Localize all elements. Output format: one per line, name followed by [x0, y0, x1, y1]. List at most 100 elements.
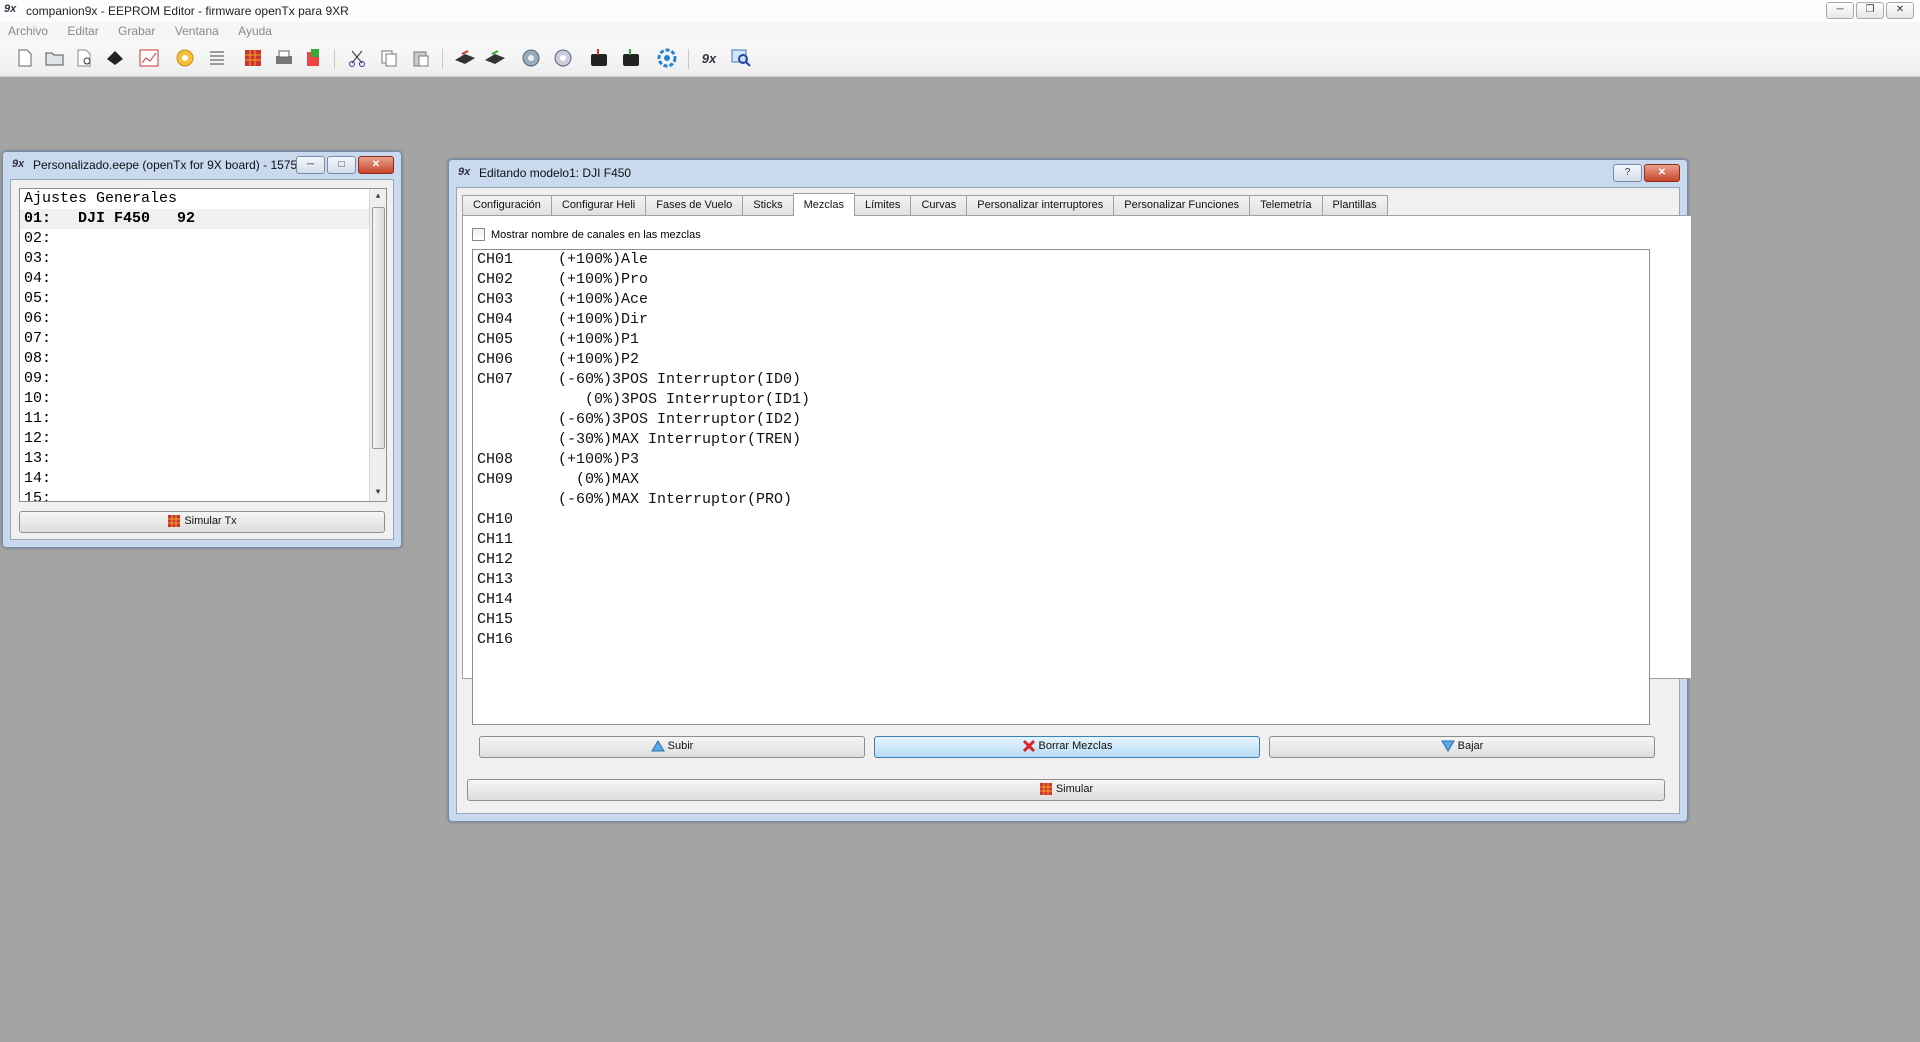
- read-flash-icon[interactable]: [484, 47, 506, 69]
- read-eeprom-icon[interactable]: [552, 47, 574, 69]
- mixes-list[interactable]: CH01 (+100%)Ale CH02 (+100%)Pro CH03 (+1…: [472, 249, 1650, 725]
- scroll-down-icon[interactable]: ▼: [370, 485, 386, 501]
- mix-row[interactable]: (-30%)MAX Interruptor(TREN): [473, 430, 1649, 450]
- mix-row[interactable]: CH05 (+100%)P1: [473, 330, 1649, 350]
- about-icon[interactable]: 9x: [698, 47, 720, 69]
- mix-row[interactable]: CH07 (-60%)3POS Interruptor(ID0): [473, 370, 1649, 390]
- model-window-title: Editando modelo1: DJI F450: [479, 166, 632, 180]
- backup-icon[interactable]: [620, 47, 642, 69]
- move-up-button[interactable]: Subir: [479, 736, 865, 758]
- list-item[interactable]: 09:: [20, 369, 386, 389]
- new-file-icon[interactable]: [14, 47, 36, 69]
- restore-icon[interactable]: ❐: [1856, 2, 1884, 19]
- model-list[interactable]: Ajustes Generales 01: DJI F450 92 02: 03…: [19, 188, 387, 502]
- minimize-icon[interactable]: ─: [296, 156, 325, 174]
- paste-special-icon[interactable]: [303, 47, 325, 69]
- settings-icon[interactable]: [656, 47, 678, 69]
- mix-row[interactable]: CH02 (+100%)Pro: [473, 270, 1649, 290]
- list-item[interactable]: 13:: [20, 449, 386, 469]
- scroll-thumb[interactable]: [372, 207, 385, 449]
- menu-grabar[interactable]: Grabar: [118, 24, 155, 38]
- simulate-icon: [1039, 783, 1052, 796]
- tab-fases-de-vuelo[interactable]: Fases de Vuelo: [645, 195, 744, 215]
- mix-row[interactable]: (-60%)MAX Interruptor(PRO): [473, 490, 1649, 510]
- print-icon[interactable]: [273, 47, 295, 69]
- move-down-button[interactable]: Bajar: [1269, 736, 1655, 758]
- simulate-icon[interactable]: [242, 47, 264, 69]
- mix-row[interactable]: CH11: [473, 530, 1649, 550]
- tab-telemetria[interactable]: Telemetría: [1249, 195, 1323, 215]
- arrow-down-icon: [1440, 740, 1455, 753]
- checkbox-box[interactable]: [472, 228, 485, 241]
- list-item[interactable]: 15:: [20, 489, 386, 501]
- mix-row[interactable]: (-60%)3POS Interruptor(ID2): [473, 410, 1649, 430]
- tab-mezclas[interactable]: Mezclas: [792, 193, 855, 216]
- cut-icon[interactable]: [346, 47, 368, 69]
- list-icon[interactable]: [206, 47, 228, 69]
- list-item[interactable]: 10:: [20, 389, 386, 409]
- save-icon[interactable]: [104, 47, 126, 69]
- list-item[interactable]: 04:: [20, 269, 386, 289]
- list-item[interactable]: 05:: [20, 289, 386, 309]
- simulate-tx-button[interactable]: Simular Tx: [19, 511, 385, 533]
- mix-row[interactable]: CH09 (0%)MAX: [473, 470, 1649, 490]
- mix-row[interactable]: CH10: [473, 510, 1649, 530]
- copy-icon[interactable]: [378, 47, 400, 69]
- close-icon[interactable]: ✕: [1644, 164, 1680, 182]
- mix-row[interactable]: CH04 (+100%)Dir: [473, 310, 1649, 330]
- tab-sticks[interactable]: Sticks: [742, 195, 794, 215]
- tab-configurar-heli[interactable]: Configurar Heli: [550, 195, 647, 215]
- list-item[interactable]: 14:: [20, 469, 386, 489]
- tab-personalizar-interruptores[interactable]: Personalizar interruptores: [966, 195, 1115, 215]
- maximize-icon[interactable]: □: [327, 156, 356, 174]
- list-item[interactable]: 08:: [20, 349, 386, 369]
- scroll-up-icon[interactable]: ▲: [370, 189, 386, 205]
- search-icon[interactable]: [730, 47, 752, 69]
- help-button[interactable]: ?: [1613, 164, 1642, 182]
- close-icon[interactable]: ✕: [1886, 2, 1914, 19]
- radio-icon[interactable]: [588, 47, 610, 69]
- list-item[interactable]: 06:: [20, 309, 386, 329]
- list-item[interactable]: 01: DJI F450 92: [20, 209, 386, 229]
- menu-archivo[interactable]: Archivo: [8, 24, 48, 38]
- mix-row[interactable]: CH13: [473, 570, 1649, 590]
- menu-ventana[interactable]: Ventana: [175, 24, 219, 38]
- mix-row[interactable]: CH01 (+100%)Ale: [473, 250, 1649, 270]
- list-item[interactable]: 02:: [20, 229, 386, 249]
- close-icon[interactable]: ✕: [358, 156, 394, 174]
- app-titlebar: 9x companion9x - EEPROM Editor - firmwar…: [0, 0, 1920, 23]
- list-item[interactable]: 03:: [20, 249, 386, 269]
- tab-configuracion[interactable]: Configuración: [462, 195, 552, 215]
- write-flash-icon[interactable]: [454, 47, 476, 69]
- mix-row[interactable]: (0%)3POS Interruptor(ID1): [473, 390, 1649, 410]
- minimize-icon[interactable]: ─: [1826, 2, 1854, 19]
- preview-icon[interactable]: [74, 47, 96, 69]
- tab-plantillas[interactable]: Plantillas: [1321, 195, 1388, 215]
- open-folder-icon[interactable]: [44, 47, 66, 69]
- delete-mixes-button[interactable]: Borrar Mezclas: [874, 736, 1260, 758]
- list-scrollbar[interactable]: ▲ ▼: [369, 189, 386, 501]
- tab-personalizar-funciones[interactable]: Personalizar Funciones: [1113, 195, 1251, 215]
- paste-icon[interactable]: [410, 47, 432, 69]
- mix-row[interactable]: CH16: [473, 630, 1649, 650]
- menu-editar[interactable]: Editar: [67, 24, 98, 38]
- mix-row[interactable]: CH12: [473, 550, 1649, 570]
- tab-limites[interactable]: Límites: [853, 195, 912, 215]
- arrow-up-icon: [650, 740, 665, 752]
- mix-row[interactable]: CH03 (+100%)Ace: [473, 290, 1649, 310]
- show-channel-names-checkbox[interactable]: Mostrar nombre de canales en las mezclas: [472, 228, 701, 241]
- list-item[interactable]: 07:: [20, 329, 386, 349]
- log-icon[interactable]: [138, 47, 160, 69]
- menu-ayuda[interactable]: Ayuda: [238, 24, 272, 38]
- simulate-button[interactable]: Simular: [467, 779, 1665, 801]
- list-item[interactable]: Ajustes Generales: [20, 189, 386, 209]
- mix-row[interactable]: CH14: [473, 590, 1649, 610]
- tab-curvas[interactable]: Curvas: [910, 195, 968, 215]
- list-item[interactable]: 12:: [20, 429, 386, 449]
- mix-row[interactable]: CH06 (+100%)P2: [473, 350, 1649, 370]
- mix-row[interactable]: CH08 (+100%)P3: [473, 450, 1649, 470]
- burn-icon[interactable]: [174, 47, 196, 69]
- write-eeprom-icon[interactable]: [520, 47, 542, 69]
- mix-row[interactable]: CH15: [473, 610, 1649, 630]
- list-item[interactable]: 11:: [20, 409, 386, 429]
